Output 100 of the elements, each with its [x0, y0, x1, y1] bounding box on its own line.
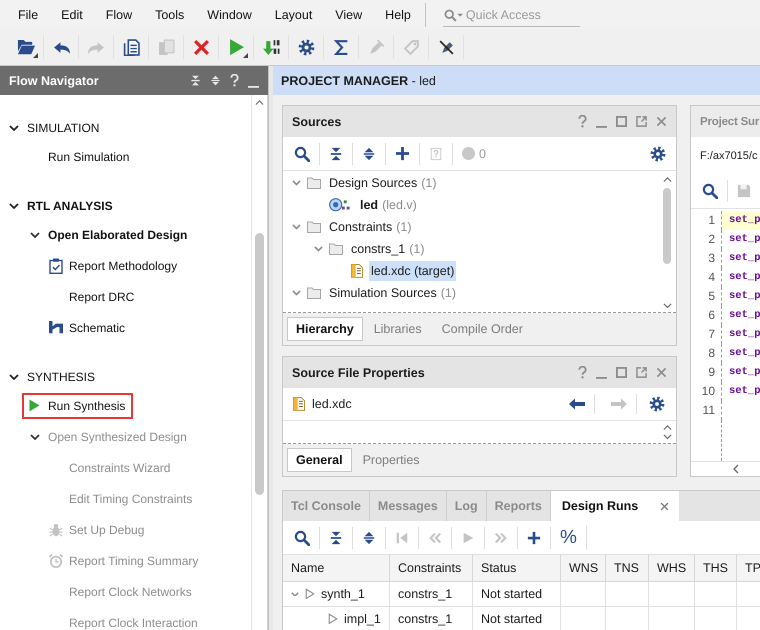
crossed-pen-icon[interactable] [438, 38, 454, 56]
column-header[interactable]: Constraints [390, 555, 473, 582]
scroll-up-icon[interactable] [662, 177, 672, 182]
clipboard-check-icon [48, 258, 62, 274]
scroll-up-icon[interactable] [662, 425, 672, 430]
collapse-all-icon[interactable] [190, 75, 201, 86]
column-header[interactable]: TNS [606, 555, 649, 582]
nav-section-title[interactable]: RTL ANALYSIS [27, 199, 113, 213]
help-icon[interactable] [230, 74, 239, 87]
tree-item[interactable]: Simulation Sources [327, 283, 439, 303]
scroll-down-icon[interactable] [662, 302, 672, 308]
search-icon[interactable] [294, 530, 310, 546]
minimize-icon[interactable] [248, 86, 259, 88]
page-title: PROJECT MANAGER - led [281, 74, 436, 88]
line-number: 8 [691, 344, 722, 363]
tree-item[interactable]: led.xdc (target) [369, 261, 456, 281]
chevron-icon[interactable] [8, 125, 18, 131]
nav-section-title[interactable]: SIMULATION [27, 121, 100, 135]
menu-item[interactable]: Window [207, 8, 252, 22]
cross-icon[interactable] [192, 38, 210, 56]
expand-all-icon[interactable] [362, 530, 376, 544]
nav-item[interactable]: Schematic [69, 320, 126, 334]
nav-item[interactable]: Run Synthesis [48, 398, 126, 412]
tree-item[interactable]: constrs_1 [349, 239, 408, 259]
run-name[interactable]: synth_1 [321, 587, 365, 601]
tab[interactable]: Design Runs [550, 491, 680, 521]
nav-item[interactable]: Run Simulation [48, 150, 130, 164]
tab[interactable]: Compile Order [432, 317, 532, 341]
close-icon[interactable] [656, 367, 667, 378]
chevron-icon[interactable] [8, 374, 18, 380]
tab[interactable]: Hierarchy [287, 317, 363, 341]
tree-item[interactable]: led [358, 195, 380, 215]
item-count: (1) [421, 176, 437, 190]
column-header[interactable]: TP [737, 555, 760, 582]
search-field[interactable]: Quick Access [442, 4, 580, 26]
tab[interactable]: Properties [354, 448, 429, 472]
chevron-icon[interactable] [8, 203, 18, 209]
code-line: set_p [728, 327, 760, 342]
search-icon[interactable] [294, 146, 310, 162]
expand-all-icon[interactable] [210, 75, 221, 86]
plus-icon[interactable] [527, 530, 541, 544]
play-icon [29, 399, 40, 412]
help-icon[interactable] [578, 115, 587, 128]
nav-item[interactable]: Report Methodology [69, 258, 178, 272]
settings-icon[interactable] [649, 396, 665, 412]
scroll-down-icon[interactable] [662, 434, 672, 440]
nav-item[interactable]: Open Elaborated Design [48, 228, 188, 242]
tab[interactable]: Libraries [364, 317, 431, 341]
table-cell [649, 582, 695, 607]
scroll-thumb[interactable] [255, 233, 264, 496]
menu-item[interactable]: File [18, 8, 38, 22]
settings-icon[interactable] [650, 146, 666, 162]
document-icon[interactable] [122, 38, 140, 56]
down-arrow-icon[interactable] [262, 38, 280, 56]
close-icon[interactable] [656, 116, 667, 127]
menu-item[interactable]: Layout [274, 8, 312, 22]
scroll-thumb[interactable] [663, 188, 671, 264]
scrollbar[interactable] [251, 95, 268, 630]
help-icon[interactable] [578, 366, 587, 379]
column-header[interactable]: WHS [649, 555, 695, 582]
chevron-icon[interactable] [30, 232, 40, 238]
maximize-icon[interactable] [616, 116, 627, 127]
search-icon[interactable] [702, 183, 718, 199]
maximize-icon[interactable] [616, 367, 627, 378]
expand-all-icon[interactable] [362, 146, 376, 160]
column-header[interactable]: THS [695, 555, 737, 582]
float-window-icon[interactable] [636, 116, 647, 127]
tab[interactable]: General [287, 448, 352, 472]
scroll-left-icon[interactable] [733, 464, 739, 474]
tree-item[interactable]: Constraints [327, 217, 394, 237]
sigma-icon[interactable] [332, 38, 350, 56]
menu-item[interactable]: Edit [61, 8, 83, 22]
float-window-icon[interactable] [636, 367, 647, 378]
percent-button[interactable]: % [551, 526, 587, 550]
settings-icon[interactable] [298, 38, 314, 56]
collapse-all-icon[interactable] [329, 146, 343, 160]
file-name: led.xdc [312, 397, 352, 411]
table-cell: Not started [473, 582, 561, 607]
dropdown-caret-icon[interactable] [33, 53, 38, 58]
column-header[interactable]: Status [473, 555, 561, 582]
menu-item[interactable]: Help [385, 8, 411, 22]
nav-section-title[interactable]: SYNTHESIS [27, 370, 96, 384]
plus-icon[interactable] [395, 146, 410, 161]
run-name[interactable]: impl_1 [344, 612, 381, 626]
collapse-all-icon[interactable] [329, 530, 343, 544]
column-header[interactable]: WNS [561, 555, 606, 582]
menu-item[interactable]: Tools [155, 8, 184, 22]
line-number: 10 [691, 382, 722, 401]
code-line: set_p [728, 308, 760, 323]
back-arrow-icon[interactable] [569, 398, 585, 410]
column-header[interactable]: Name [283, 555, 390, 582]
menu-item[interactable]: Flow [106, 8, 132, 22]
folder-icon[interactable] [16, 38, 36, 56]
bug-icon [48, 522, 62, 536]
nav-item[interactable]: Report DRC [69, 290, 134, 304]
menu-item[interactable]: View [335, 8, 362, 22]
dropdown-caret-icon[interactable] [243, 53, 248, 58]
tree-item[interactable]: Design Sources [327, 173, 420, 193]
close-icon[interactable] [660, 502, 670, 510]
scroll-up-icon[interactable] [255, 100, 264, 106]
